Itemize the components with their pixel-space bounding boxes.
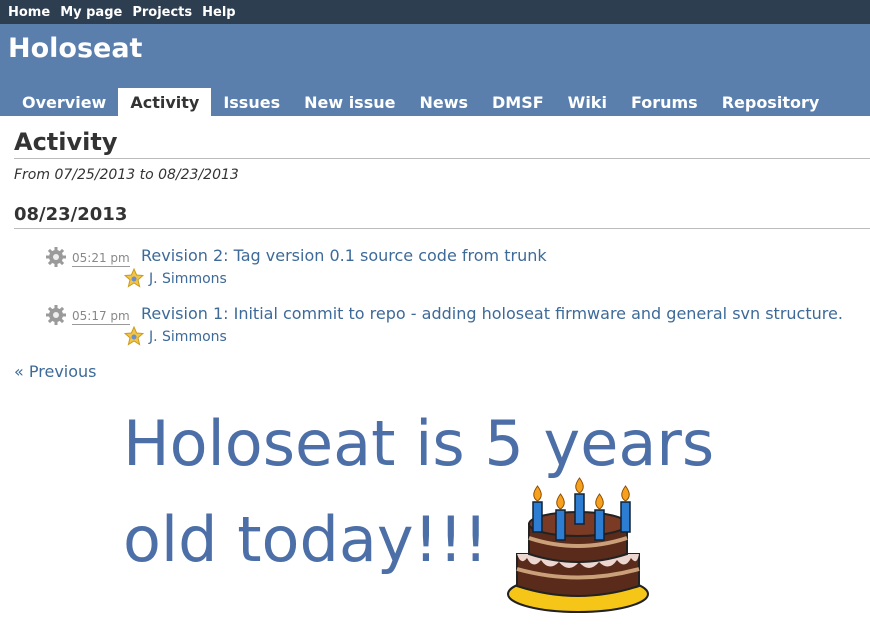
tab-issues[interactable]: Issues [211, 88, 292, 116]
top-menu-help[interactable]: Help [202, 5, 235, 20]
star-icon [124, 268, 144, 288]
date-range: From 07/25/2013 to 08/23/2013 [14, 167, 239, 183]
top-menu-home[interactable]: Home [8, 5, 50, 20]
tab-new-issue[interactable]: New issue [292, 88, 407, 116]
top-menu-my-page[interactable]: My page [60, 5, 122, 20]
page-title: Activity [14, 128, 870, 159]
activity-list: 05:21 pm Revision 2: Tag version 0.1 sou… [14, 246, 870, 362]
activity-event: 05:21 pm Revision 2: Tag version 0.1 sou… [14, 246, 870, 304]
event-title-link[interactable]: Revision 2: Tag version 0.1 source code … [141, 246, 547, 266]
event-title-link[interactable]: Revision 1: Initial commit to repo - add… [141, 304, 843, 324]
tab-overview[interactable]: Overview [10, 88, 118, 116]
star-icon [124, 326, 144, 346]
birthday-cake-image [507, 477, 649, 613]
event-time: 05:21 pm [72, 251, 130, 267]
project-title: Holoseat [8, 33, 143, 64]
tab-repository[interactable]: Repository [710, 88, 832, 116]
main-menu: Overview Activity Issues New issue News … [10, 88, 831, 116]
banner-line-1: Holoseat is 5 years [123, 407, 715, 480]
tab-forums[interactable]: Forums [619, 88, 710, 116]
top-menu: Home My page Projects Help [0, 0, 870, 24]
tab-dmsf[interactable]: DMSF [480, 88, 556, 116]
event-author-link[interactable]: J. Simmons [149, 270, 227, 288]
tab-activity[interactable]: Activity [118, 88, 212, 116]
tab-news[interactable]: News [407, 88, 480, 116]
gear-icon [46, 247, 66, 267]
birthday-banner: Holoseat is 5 years old today!!! [123, 396, 763, 588]
top-menu-projects[interactable]: Projects [132, 5, 192, 20]
banner-line-2: old today!!! [123, 503, 489, 576]
tab-wiki[interactable]: Wiki [556, 88, 619, 116]
event-time: 05:17 pm [72, 309, 130, 325]
previous-link[interactable]: « Previous [14, 362, 97, 381]
event-author-link[interactable]: J. Simmons [149, 328, 227, 346]
project-header: Holoseat Overview Activity Issues New is… [0, 24, 870, 116]
activity-event: 05:17 pm Revision 1: Initial commit to r… [14, 304, 870, 362]
gear-icon [46, 305, 66, 325]
day-header: 08/23/2013 [14, 204, 870, 229]
content: Activity From 07/25/2013 to 08/23/2013 0… [0, 128, 870, 381]
